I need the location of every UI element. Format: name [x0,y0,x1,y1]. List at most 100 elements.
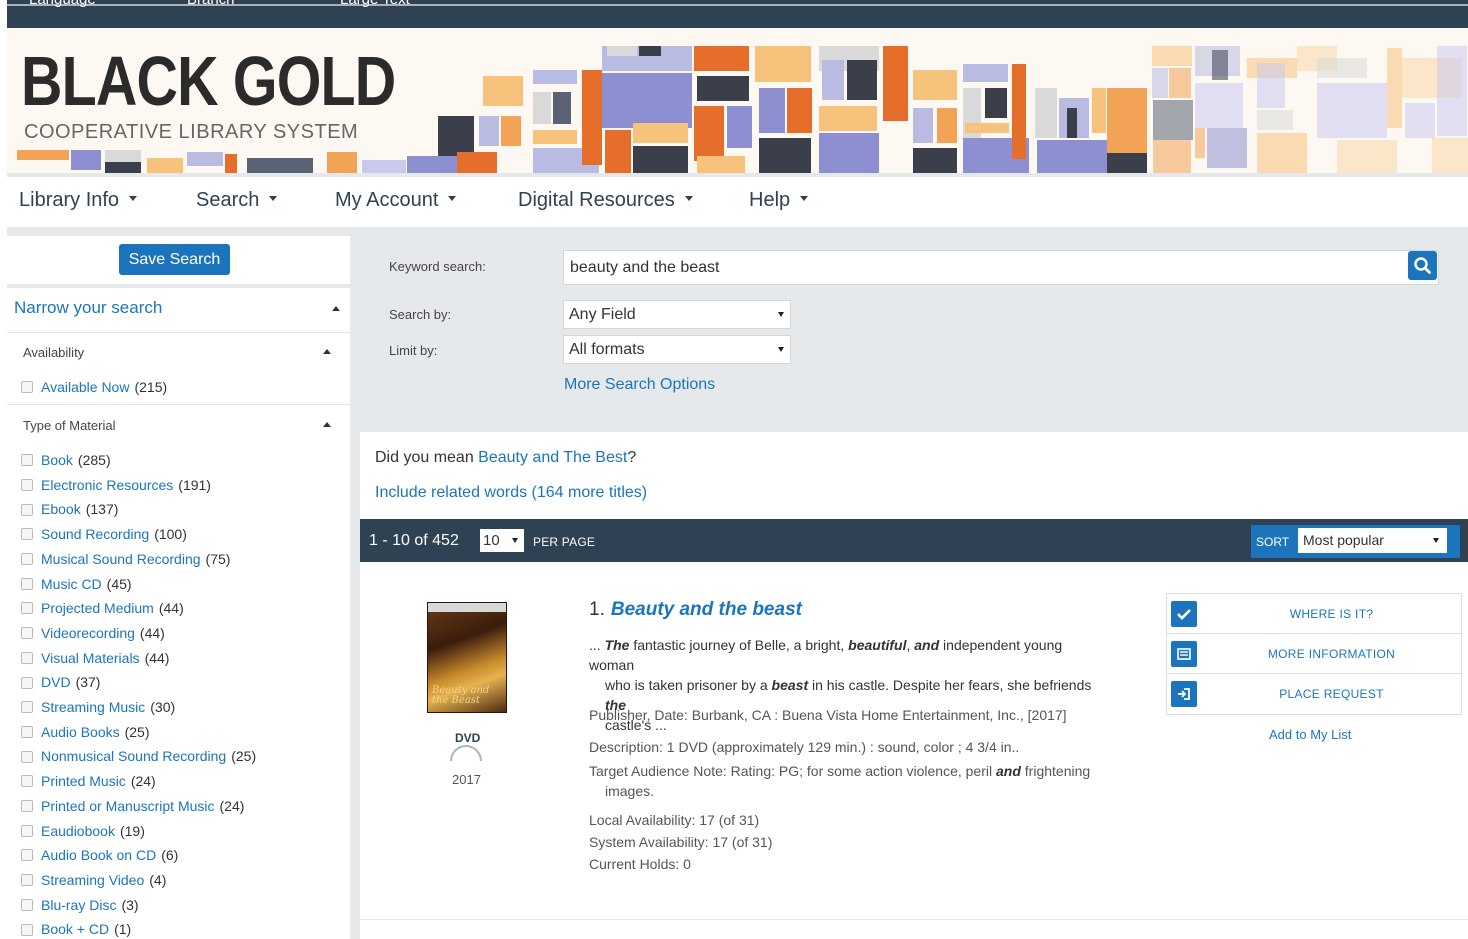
results-toolbar: 1 - 10 of 452 10 PER PAGE SORT Most popu… [360,519,1468,562]
facet-item[interactable]: Audio Book on CD (6) [21,846,178,864]
result-title-link[interactable]: Beauty and the beast [611,599,802,620]
mosaic-tile [694,46,749,71]
collapse-icon[interactable] [332,306,340,311]
material-heading[interactable]: Type of Material [23,418,116,433]
nav-search[interactable]: Search [196,189,278,212]
checkbox[interactable] [21,701,33,714]
save-search-button[interactable]: Save Search [119,244,230,275]
checkbox[interactable] [21,651,33,664]
facet-item[interactable]: Videorecording (44) [21,624,165,642]
mosaic-tile [1437,46,1467,136]
mosaic-tile [985,88,1007,118]
nav-help[interactable]: Help [749,189,809,212]
facet-item[interactable]: Blu-ray Disc (3) [21,896,139,914]
facet-item[interactable]: Printed or Manuscript Music (24) [21,797,244,815]
checkbox[interactable] [21,750,33,763]
facet-item[interactable]: Book (285) [21,451,111,469]
checkbox[interactable] [21,454,33,467]
mosaic-tile [105,162,141,173]
facet-item[interactable]: Visual Materials (44) [21,649,169,667]
details-icon [1171,641,1197,667]
checkbox[interactable] [21,602,33,615]
did-you-mean: Did you mean Beauty and The Best? [375,449,637,466]
facet-item[interactable]: Sound Recording (100) [21,525,187,543]
per-page-select[interactable]: 10 [480,529,524,552]
checkbox[interactable] [21,553,33,566]
nav-my-account[interactable]: My Account [335,189,457,212]
dropdown-arrow-icon [512,538,518,543]
where-is-it-button[interactable]: WHERE IS IT? [1167,594,1461,634]
mosaic-tile [1432,138,1468,173]
mosaic-tile [819,133,879,173]
format-label: DVD [455,731,481,745]
facet-item[interactable]: Audio Books (25) [21,723,150,741]
mosaic-tile [759,88,785,133]
mosaic-tile [105,150,141,162]
logo-subtitle: COOPERATIVE LIBRARY SYSTEM [24,121,359,143]
main-nav: Library Info Search My Account Digital R… [7,177,1468,227]
cover-image[interactable]: Beauty and the Beast [427,602,507,713]
facet-item[interactable]: Book + CD (1) [21,920,131,938]
collapse-icon[interactable] [323,422,331,427]
checkbox[interactable] [21,627,33,640]
checkbox[interactable] [21,478,33,491]
availability-heading[interactable]: Availability [23,345,84,360]
local-availability: Local Availability: 17 (of 31) [589,812,760,828]
nav-digital-resources[interactable]: Digital Resources [518,189,693,212]
mosaic-tile [1317,83,1387,138]
keyword-search-input[interactable]: beauty and the beast [563,250,1439,285]
more-search-options-link[interactable]: More Search Options [564,376,715,394]
publisher-info: Publisher, Date: Burbank, CA : Buena Vis… [589,707,1067,723]
checkbox[interactable] [21,676,33,689]
banner: BLACK GOLD COOPERATIVE LIBRARY SYSTEM [7,28,1468,173]
result-title: 1. Beauty and the beast [589,599,802,620]
checkbox[interactable] [21,528,33,541]
more-information-button[interactable]: MORE INFORMATION [1167,634,1461,674]
sidebar-divider [7,284,350,288]
suggestion-link[interactable]: Beauty and The Best [478,449,627,466]
facet-item[interactable]: Electronic Resources (191) [21,476,211,494]
chevron-down-icon [129,196,138,202]
nav-library-info[interactable]: Library Info [19,189,138,212]
facet-item[interactable]: Streaming Video (4) [21,871,166,889]
checkbox[interactable] [21,577,33,590]
facet-item[interactable]: Musical Sound Recording (75) [21,550,230,568]
search-button[interactable] [1408,251,1437,280]
sort-select[interactable]: Most popular [1298,528,1447,553]
mosaic-tile [533,130,577,144]
checkbox[interactable] [21,898,33,911]
mosaic-tile [17,150,69,160]
checkbox[interactable] [21,503,33,516]
checkbox[interactable] [21,874,33,887]
facet-item[interactable]: Music CD (45) [21,575,132,593]
facet-item[interactable]: Ebook (137) [21,500,118,518]
checkbox[interactable] [21,849,33,862]
collapse-icon[interactable] [323,349,331,354]
checkbox[interactable] [21,923,33,936]
mosaic-tile [965,123,1009,133]
limit-by-select[interactable]: All formats [563,335,791,364]
narrow-search-heading[interactable]: Narrow your search [14,298,162,318]
checkbox[interactable] [21,824,33,837]
facet-available-now[interactable]: Available Now (215) [21,378,167,396]
facet-item[interactable]: Nonmusical Sound Recording (25) [21,747,256,765]
add-to-list-link[interactable]: Add to My List [1269,727,1351,742]
mosaic-tile [1037,140,1107,173]
checkbox[interactable] [21,800,33,813]
checkbox[interactable] [21,775,33,788]
facet-item[interactable]: Printed Music (24) [21,772,156,790]
facet-item[interactable]: Projected Medium (44) [21,599,184,617]
checkbox[interactable] [21,725,33,738]
search-by-select[interactable]: Any Field [563,300,791,329]
facet-item[interactable]: Eaudiobook (19) [21,822,145,840]
place-request-button[interactable]: PLACE REQUEST [1167,674,1461,714]
checkbox[interactable] [21,381,33,394]
logo-title[interactable]: BLACK GOLD [21,46,396,116]
mosaic-tile [697,156,745,173]
related-words-link[interactable]: Include related words (164 more titles) [375,484,647,502]
facet-item[interactable]: DVD (37) [21,673,100,691]
facet-item[interactable]: Streaming Music (30) [21,698,175,716]
mosaic-tile [438,116,474,156]
mosaic-tile [501,116,521,146]
mosaic-tile [362,160,406,173]
